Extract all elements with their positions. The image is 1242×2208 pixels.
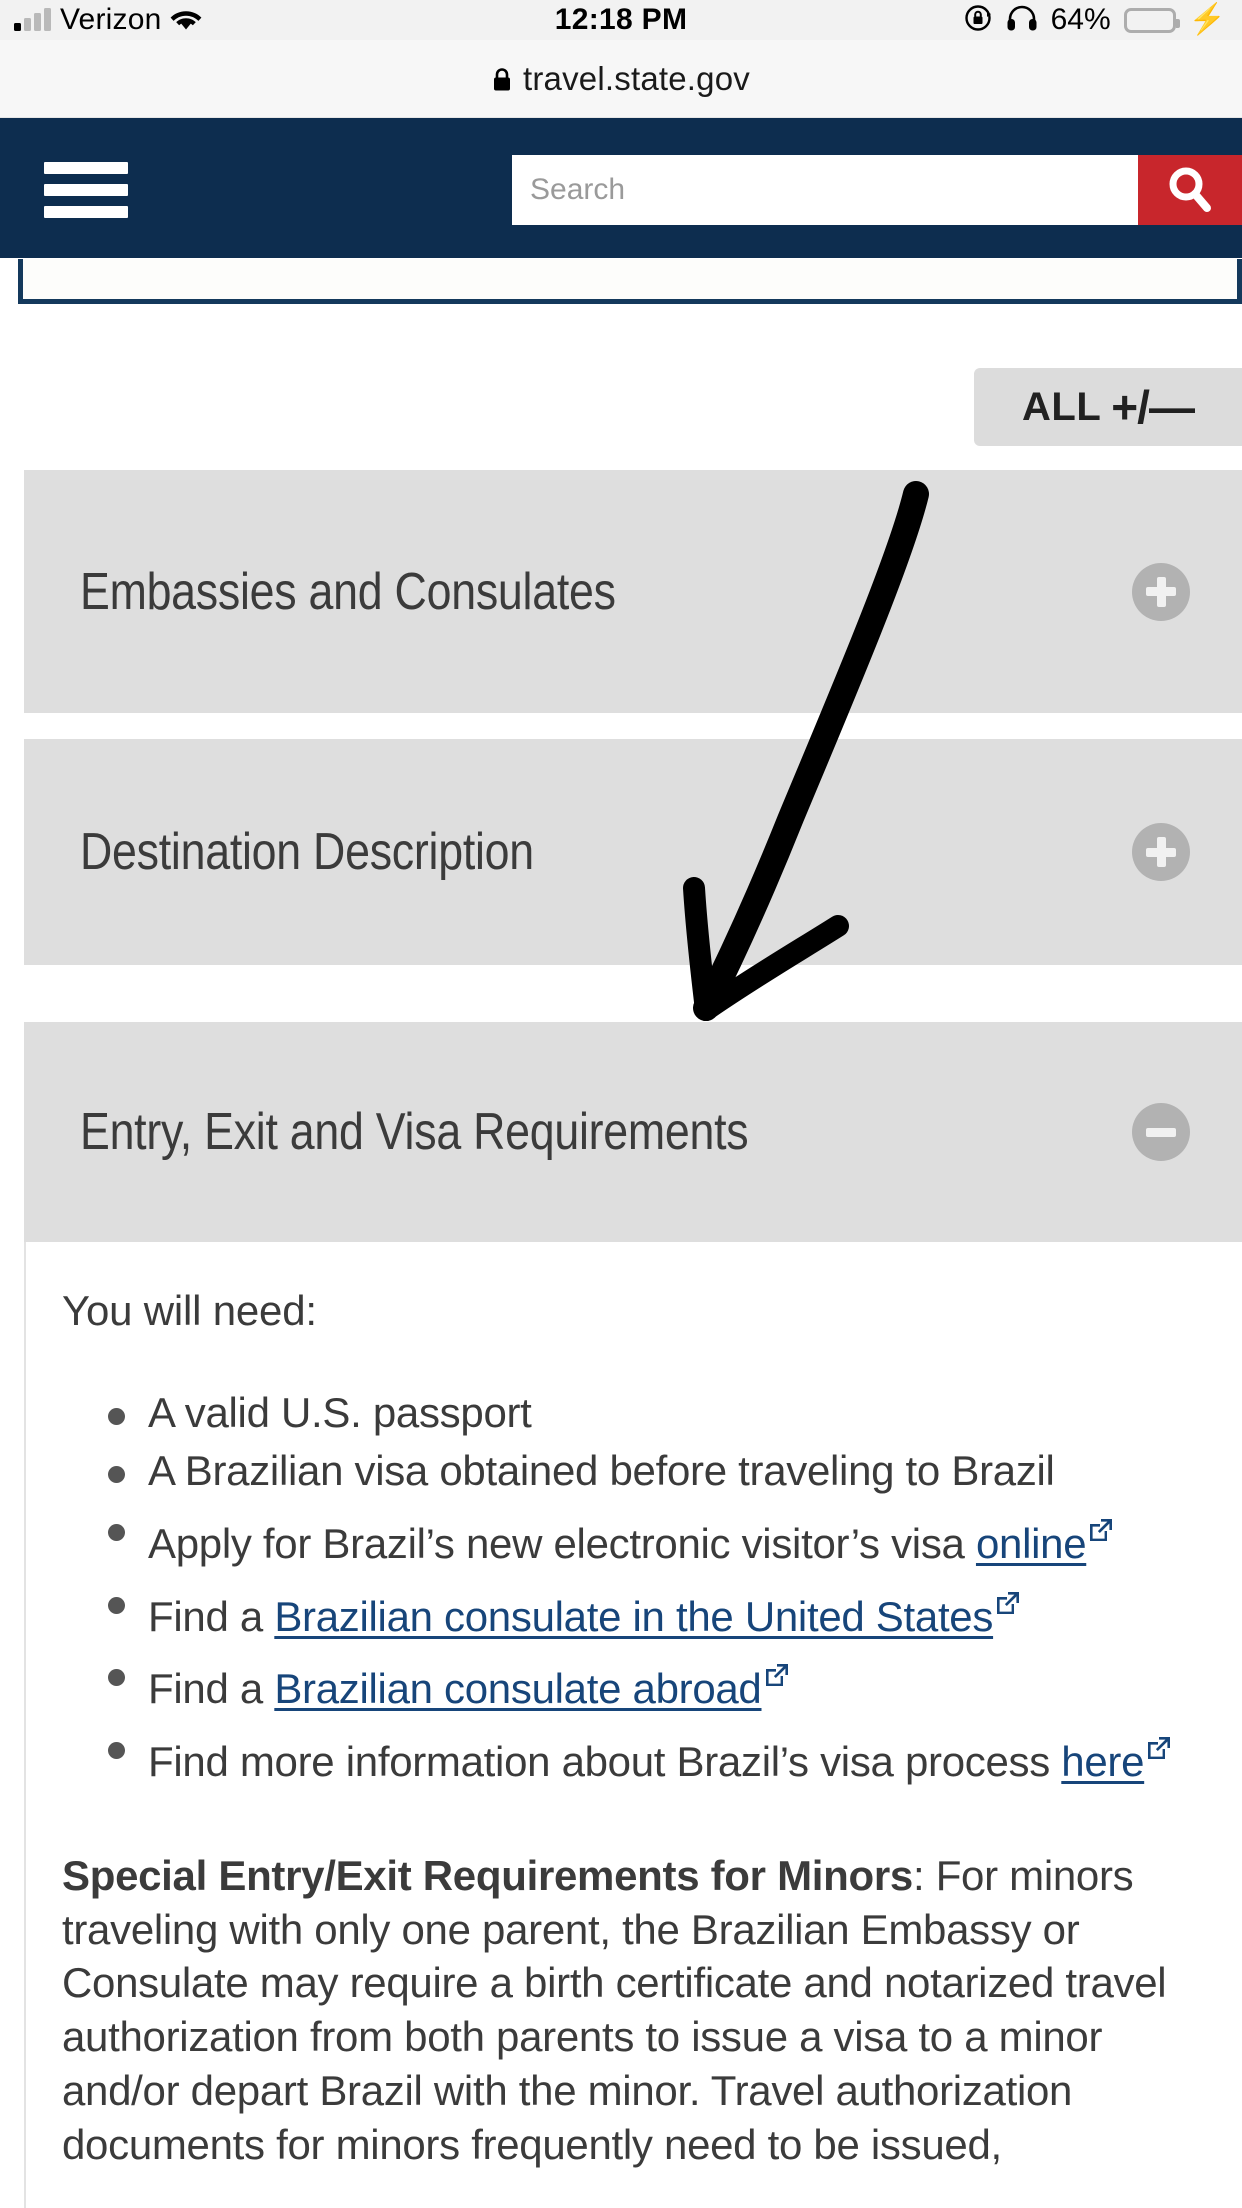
search-input[interactable] xyxy=(512,155,1138,225)
status-bar-right: 64% ⚡ xyxy=(963,0,1226,40)
cutoff-content-box xyxy=(18,259,1242,304)
plus-icon[interactable] xyxy=(1132,562,1190,621)
list-item-text: A Brazilian visa obtained before traveli… xyxy=(148,1447,1055,1495)
charging-bolt-icon: ⚡ xyxy=(1188,3,1226,36)
search-button[interactable] xyxy=(1138,155,1242,225)
site-header xyxy=(0,118,1242,258)
external-link-icon xyxy=(995,1575,1021,1614)
external-link-icon xyxy=(1146,1720,1172,1760)
list-item: A valid U.S. passport xyxy=(62,1386,1208,1440)
list-item-link[interactable]: online xyxy=(976,1520,1087,1567)
panel-lead-text: You will need: xyxy=(62,1287,317,1334)
list-item: Apply for Brazil’s new electronic visito… xyxy=(62,1502,1208,1571)
accordion-embassies-and-consulates[interactable]: Embassies and Consulates xyxy=(24,470,1242,713)
list-item: A Brazilian visa obtained before traveli… xyxy=(62,1444,1208,1498)
list-item-text: Find a xyxy=(148,1665,275,1713)
headphones-icon xyxy=(1006,4,1038,37)
ios-status-bar: Verizon 12:18 PM 64% ⚡ xyxy=(0,0,1242,40)
accordion-title: Embassies and Consulates xyxy=(80,562,616,621)
requirements-list: A valid U.S. passport A Brazilian visa ob… xyxy=(62,1386,1208,1789)
list-item-text: Apply for Brazil’s new electronic visito… xyxy=(148,1519,976,1567)
list-item-link[interactable]: Brazilian consulate abroad xyxy=(274,1665,761,1712)
minus-icon[interactable] xyxy=(1132,1103,1190,1161)
rotation-lock-icon xyxy=(963,3,993,38)
list-item-text: Find a xyxy=(148,1592,275,1640)
external-link-icon xyxy=(764,1647,790,1687)
expand-all-label: ALL xyxy=(1022,384,1102,429)
lock-icon xyxy=(492,66,512,92)
minors-paragraph-body: : For minors traveling with only one par… xyxy=(62,1851,1167,2168)
expand-all-button[interactable]: ALL +/— xyxy=(974,368,1242,446)
list-item-link[interactable]: here xyxy=(1061,1738,1144,1785)
plus-icon[interactable] xyxy=(1132,823,1190,881)
list-item: Find a Brazilian consulate abroad xyxy=(62,1647,1208,1716)
accordion-title: Entry, Exit and Visa Requirements xyxy=(80,1103,749,1161)
accordion-panel-entry-exit-visa: You will need: A valid U.S. passport A Br… xyxy=(24,1242,1242,2208)
minors-paragraph-heading: Special Entry/Exit Requirements for Mino… xyxy=(62,1851,913,1899)
browser-url-bar[interactable]: travel.state.gov xyxy=(0,40,1242,118)
accordion-destination-description[interactable]: Destination Description xyxy=(24,739,1242,965)
search-icon xyxy=(1169,167,1211,212)
expand-all-symbols: +/— xyxy=(1111,381,1195,433)
phone-screen: Verizon 12:18 PM 64% ⚡ travel.state.gov … xyxy=(0,0,1242,2208)
search-bar xyxy=(512,155,1242,225)
list-item: Find more information about Brazil’s vis… xyxy=(62,1720,1208,1789)
battery-percent-label: 64% xyxy=(1050,3,1111,36)
battery-icon xyxy=(1123,7,1180,33)
url-text: travel.state.gov xyxy=(523,59,750,97)
list-item-text: A valid U.S. passport xyxy=(148,1389,532,1437)
accordion-title: Destination Description xyxy=(80,823,534,881)
list-item: Find a Brazilian consulate in the United… xyxy=(62,1575,1208,1644)
hamburger-menu-icon[interactable] xyxy=(44,162,128,218)
minors-paragraph: Special Entry/Exit Requirements for Mino… xyxy=(62,1849,1208,2172)
list-item-link[interactable]: Brazilian consulate in the United States xyxy=(274,1593,993,1640)
list-item-text: Find more information about Brazil’s vis… xyxy=(148,1738,1062,1786)
external-link-icon xyxy=(1088,1502,1114,1541)
accordion-entry-exit-and-visa-requirements[interactable]: Entry, Exit and Visa Requirements xyxy=(24,1022,1242,1242)
